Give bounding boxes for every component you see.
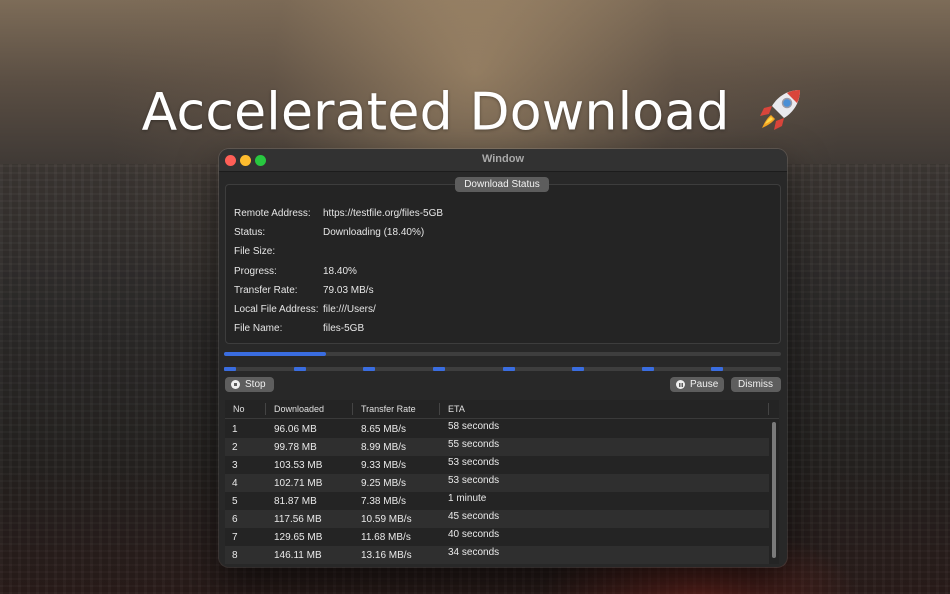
cell-transfer-rate: 9.33 MB/s — [361, 460, 407, 471]
column-divider[interactable] — [352, 403, 353, 415]
table-row[interactable]: 4 102.71 MB 9.25 MB/s 53 seconds — [225, 474, 769, 492]
column-divider[interactable] — [768, 403, 769, 415]
cell-eta: 45 seconds — [448, 511, 500, 522]
cell-transfer-rate: 8.65 MB/s — [361, 424, 407, 435]
download-status-title: Download Status — [455, 177, 549, 192]
cell-transfer-rate: 9.25 MB/s — [361, 478, 407, 489]
overall-progress-bar — [224, 352, 781, 356]
cell-eta: 58 seconds — [448, 421, 500, 432]
cell-transfer-rate: 10.59 MB/s — [361, 514, 412, 525]
column-header-eta[interactable]: ETA — [448, 404, 465, 414]
segment-progress-marker — [502, 367, 515, 371]
table-row[interactable]: 8 146.11 MB 13.16 MB/s 34 seconds — [225, 546, 769, 564]
vertical-scrollbar[interactable] — [772, 422, 776, 558]
segment-progress-marker — [224, 367, 236, 371]
info-label: File Size: — [234, 246, 276, 257]
hero-title: Accelerated Download — [141, 82, 730, 143]
segment-progress-marker — [293, 367, 306, 371]
cell-eta: 40 seconds — [448, 529, 500, 540]
info-value: 18.40% — [323, 266, 357, 277]
stop-button[interactable]: Stop — [225, 377, 274, 392]
segment-progress-marker — [363, 367, 376, 371]
cell-downloaded: 99.78 MB — [274, 442, 317, 453]
table-row[interactable]: 2 99.78 MB 8.99 MB/s 55 seconds — [225, 438, 769, 456]
dismiss-button[interactable]: Dismiss — [731, 377, 781, 392]
segment-progress-marker — [711, 367, 724, 371]
segment-progress-marker — [432, 367, 445, 371]
stop-icon — [231, 380, 240, 389]
cell-transfer-rate: 8.99 MB/s — [361, 442, 407, 453]
info-value: Downloading (18.40%) — [323, 227, 425, 238]
hero-heading: Accelerated Download — [0, 82, 950, 149]
cell-downloaded: 102.71 MB — [274, 478, 323, 489]
rocket-icon — [754, 82, 808, 149]
cell-no: 5 — [232, 496, 238, 507]
table-row[interactable]: 6 117.56 MB 10.59 MB/s 45 seconds — [225, 510, 769, 528]
column-divider[interactable] — [265, 403, 266, 415]
pause-button[interactable]: Pause — [670, 377, 724, 392]
column-header-transfer-rate[interactable]: Transfer Rate — [361, 404, 416, 414]
column-divider[interactable] — [439, 403, 440, 415]
info-label: File Name: — [234, 323, 283, 334]
cell-eta: 53 seconds — [448, 475, 500, 486]
table-row[interactable]: 1 96.06 MB 8.65 MB/s 58 seconds — [225, 420, 769, 438]
column-header-downloaded[interactable]: Downloaded — [274, 404, 324, 414]
cell-no: 7 — [232, 532, 238, 543]
info-label: Transfer Rate: — [234, 285, 298, 296]
cell-transfer-rate: 7.38 MB/s — [361, 496, 407, 507]
cell-eta: 1 minute — [448, 493, 487, 504]
info-value: 79.03 MB/s — [323, 285, 374, 296]
info-label: Remote Address: — [234, 208, 311, 219]
info-value: https://testfile.org/files-5GB — [323, 208, 444, 219]
cell-eta: 55 seconds — [448, 439, 500, 450]
pause-label: Pause — [690, 379, 719, 390]
info-label: Progress: — [234, 266, 277, 277]
window-title: Window — [481, 153, 525, 165]
segment-progress-marker — [641, 367, 654, 371]
cell-no: 3 — [232, 460, 238, 471]
segments-table: No Downloaded Transfer Rate ETA 1 96.06 … — [225, 400, 779, 564]
title-bar: Window — [219, 149, 787, 172]
segment-progress-marker — [572, 367, 585, 371]
cell-eta: 53 seconds — [448, 457, 500, 468]
download-window: Window Remote Address: https://testfile.… — [219, 149, 787, 567]
cell-no: 1 — [232, 424, 238, 435]
overall-progress-fill — [224, 352, 327, 356]
info-value: file:///Users/ — [323, 304, 376, 315]
table-row[interactable]: 3 103.53 MB 9.33 MB/s 53 seconds — [225, 456, 769, 474]
cell-downloaded: 146.11 MB — [274, 550, 322, 561]
segment-progress-bar — [224, 367, 781, 371]
cell-eta: 34 seconds — [448, 547, 500, 558]
dismiss-label: Dismiss — [738, 379, 773, 390]
info-value: files-5GB — [323, 323, 365, 334]
cell-downloaded: 117.56 MB — [274, 514, 322, 525]
cell-no: 4 — [232, 478, 238, 489]
cell-downloaded: 96.06 MB — [274, 424, 317, 435]
info-label: Status: — [234, 227, 266, 238]
table-row[interactable]: 5 81.87 MB 7.38 MB/s 1 minute — [225, 492, 769, 510]
cell-downloaded: 103.53 MB — [274, 460, 323, 471]
cell-no: 6 — [232, 514, 238, 525]
info-label: Local File Address: — [234, 304, 319, 315]
column-header-no[interactable]: No — [233, 404, 245, 414]
cell-transfer-rate: 11.68 MB/s — [361, 532, 411, 543]
table-row[interactable]: 7 129.65 MB 11.68 MB/s 40 seconds — [225, 528, 769, 546]
table-header: No Downloaded Transfer Rate ETA — [225, 400, 779, 419]
download-status-box: Remote Address: https://testfile.org/fil… — [225, 184, 781, 344]
cell-transfer-rate: 13.16 MB/s — [361, 550, 412, 561]
stop-label: Stop — [245, 379, 266, 390]
cell-downloaded: 81.87 MB — [274, 496, 317, 507]
cell-no: 8 — [232, 550, 238, 561]
cell-no: 2 — [232, 442, 238, 453]
cell-downloaded: 129.65 MB — [274, 532, 323, 543]
pause-icon — [676, 380, 685, 389]
